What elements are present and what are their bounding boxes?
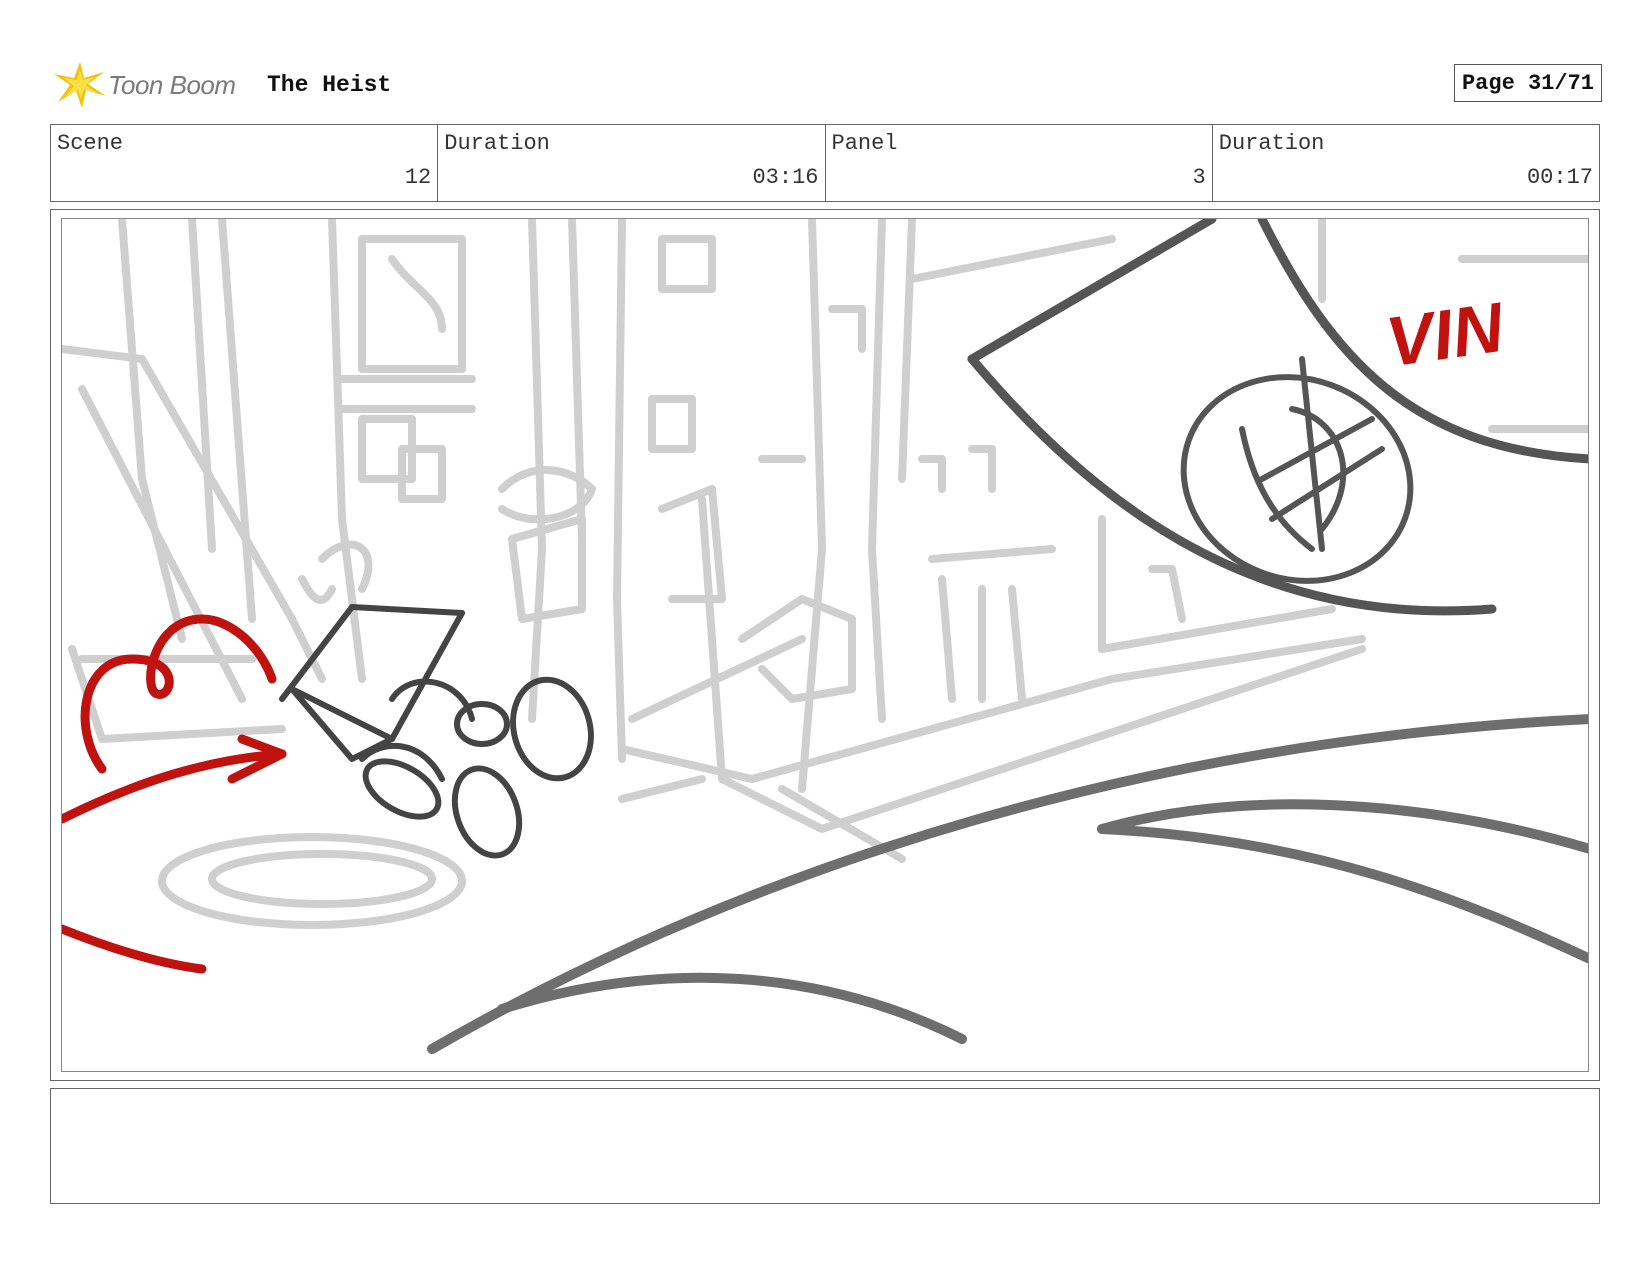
logo-text: Toon Boom	[108, 70, 236, 100]
panel-duration-value: 00:17	[1526, 165, 1593, 190]
scene-cell: Scene 12	[51, 125, 439, 201]
red-action-arrows	[62, 614, 287, 974]
panel-label: Panel	[831, 131, 898, 156]
panel-cell: Panel 3	[826, 125, 1213, 201]
scene-duration-value: 03:16	[752, 165, 819, 190]
panel-info-row: Scene 12 Duration 03:16 Panel 3 Duration…	[50, 124, 1600, 202]
background-buildings-sketch	[62, 219, 1588, 929]
annotation-text: VIN	[1382, 288, 1510, 382]
panel-notes-box[interactable]	[50, 1088, 1600, 1204]
page-header: Toon Boom The Heist Page 31/71	[52, 56, 1602, 112]
panel-duration-label: Duration	[1218, 131, 1325, 156]
panel-drawing-area: VIN	[61, 218, 1589, 1072]
starburst-icon	[54, 62, 106, 108]
scene-label: Scene	[57, 131, 124, 156]
money-bag-sketch	[967, 219, 1588, 616]
project-title: The Heist	[267, 72, 392, 98]
scene-duration-cell: Duration 03:16	[438, 125, 826, 201]
panel-duration-cell: Duration 00:17	[1213, 125, 1599, 201]
car-sketch	[279, 604, 594, 859]
page-number-box: Page 31/71	[1453, 64, 1602, 102]
scene-value: 12	[404, 165, 432, 190]
storyboard-panel[interactable]: VIN	[50, 209, 1600, 1081]
scene-duration-label: Duration	[444, 131, 550, 156]
storyboard-sketch: VIN	[62, 219, 1588, 1054]
panel-value: 3	[1192, 165, 1206, 190]
toon-boom-logo: Toon Boom	[52, 58, 252, 110]
